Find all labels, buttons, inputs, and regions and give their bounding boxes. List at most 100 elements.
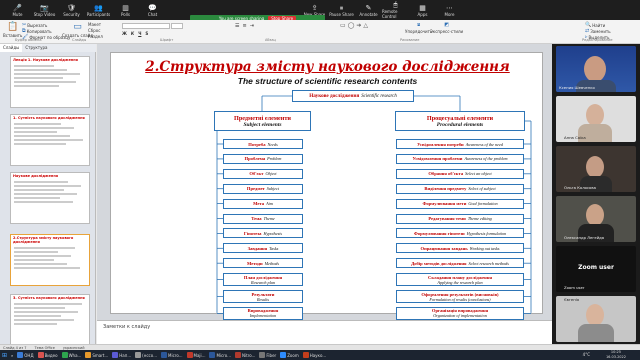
thumbnail-text-line bbox=[14, 263, 67, 265]
element-en: Select research methods bbox=[468, 260, 509, 266]
italic-icon[interactable]: К bbox=[131, 31, 134, 36]
paragraph-controls[interactable]: ☰ ≡ ⇥ bbox=[235, 23, 254, 29]
language-indicator[interactable]: украинский bbox=[63, 346, 85, 350]
reset-button[interactable]: Сброс bbox=[88, 28, 100, 33]
app-icon bbox=[37, 352, 44, 358]
taskbar-app[interactable]: (нссо... bbox=[133, 350, 159, 360]
procedural-element-box: Виділення предмету Select of subject bbox=[396, 183, 524, 194]
font-controls[interactable] bbox=[122, 23, 183, 29]
thumbnail-text-line bbox=[14, 139, 83, 141]
zoom-camera-button[interactable]: 📷 Stop Video bbox=[31, 0, 58, 20]
element-en: Hypothesis bbox=[263, 230, 283, 236]
element-ua: Виділення предмету bbox=[424, 186, 467, 192]
zoom-chat-button[interactable]: 💬 Chat bbox=[139, 0, 166, 20]
zoom-apps-button[interactable]: ▦ Apps bbox=[409, 0, 436, 20]
weather-temp[interactable]: 4°C bbox=[583, 352, 590, 357]
slide-thumbnail[interactable]: 42.Структура змісту наукового дослідженн… bbox=[10, 234, 90, 286]
slide-thumbnail-title: Лекція 1. Наукове дослідження bbox=[13, 58, 78, 62]
thumbnail-text-line bbox=[14, 197, 60, 199]
video-tile-1[interactable]: Ксения Шевченко bbox=[556, 46, 636, 92]
thumbnail-text-line bbox=[14, 73, 80, 75]
participant-name-6: Євгенія bbox=[564, 297, 580, 302]
element-ua: Мета bbox=[253, 201, 265, 207]
app-icon bbox=[161, 352, 168, 358]
zoom-microphone-button[interactable]: 🎤 Mute bbox=[4, 0, 31, 20]
zoom-pause-button[interactable]: ⏸ Pause Share bbox=[328, 0, 355, 20]
taskbar-app[interactable]: Nitro... bbox=[233, 350, 257, 360]
slide-thumbnails-panel: Слайды Структура 1Лекція 1. Наукове досл… bbox=[0, 44, 96, 346]
video-tile-2[interactable]: Анна Саїка bbox=[556, 96, 636, 142]
reset-label: Сброс bbox=[88, 28, 101, 33]
participant-placeholder-name: Zoom user bbox=[578, 264, 614, 271]
zoom-chart-button[interactable]: ▥ Polls bbox=[112, 0, 139, 20]
arrange-button[interactable]: ⧈ Упорядочить bbox=[405, 22, 432, 34]
video-tile-4[interactable]: Олександр Легейда bbox=[556, 196, 636, 242]
zoom-people-button[interactable]: 👥 Participants bbox=[85, 0, 112, 20]
taskbar-app[interactable]: Zoom bbox=[278, 350, 301, 360]
taskbar-app[interactable]: Smart... bbox=[83, 350, 110, 360]
participant-face bbox=[586, 104, 604, 126]
procedural-element-box: Формулювання гіпотези Hypothesis formulat… bbox=[396, 228, 524, 239]
bold-icon[interactable]: Ж bbox=[122, 31, 127, 36]
rectangle-icon[interactable]: ▭ bbox=[340, 22, 346, 29]
app-icon bbox=[17, 352, 24, 358]
paste-button[interactable]: 📋 Вставить bbox=[3, 22, 22, 38]
taskbar-app-label: Smart... bbox=[92, 352, 109, 358]
procedural-element-box: Усвідомлення потреби Awareness of the nee… bbox=[396, 139, 524, 149]
start-button[interactable]: ⊞ bbox=[0, 350, 9, 360]
slide-thumbnail[interactable]: 1Лекція 1. Наукове дослідження bbox=[10, 56, 90, 108]
taskbar-app-label: Fiber bbox=[266, 352, 277, 358]
font-size-box[interactable] bbox=[171, 23, 183, 29]
quick-styles-button[interactable]: ◩ Экспресс-стили bbox=[430, 22, 463, 34]
thumbnail-text-line bbox=[14, 65, 54, 67]
taskbar-app[interactable]: ОНД bbox=[15, 350, 35, 360]
slide-thumbnail[interactable]: 53. Сутність наукового дослідження bbox=[10, 294, 90, 346]
slide-thumbnail[interactable]: 3Наукове дослідження bbox=[10, 172, 90, 224]
taskbar-app[interactable]: Видео bbox=[36, 350, 60, 360]
copy-label: Копировать bbox=[26, 28, 52, 34]
app-icon bbox=[259, 352, 266, 358]
numbering-icon[interactable]: ≡ bbox=[242, 23, 246, 29]
zoom-pen-button[interactable]: ✎ Annotate bbox=[355, 0, 382, 20]
zoom-more-button[interactable]: ⋯ More bbox=[436, 0, 463, 20]
taskbar-app[interactable]: Wha... bbox=[60, 350, 84, 360]
taskbar-app[interactable]: Micro... bbox=[159, 350, 185, 360]
indent-icon[interactable]: ⇥ bbox=[250, 23, 254, 29]
app-icon bbox=[85, 352, 92, 358]
oval-icon[interactable]: ◯ bbox=[348, 22, 355, 29]
element-en: Theme editing bbox=[467, 216, 492, 221]
slide-thumbnail[interactable]: 21. Сутність наукового дослідження bbox=[10, 114, 90, 166]
taskbar-app[interactable]: Науко... bbox=[301, 350, 329, 360]
strike-icon[interactable]: S bbox=[145, 31, 148, 36]
video-tile-3[interactable]: Ольга Колосова bbox=[556, 146, 636, 192]
font-name-box[interactable] bbox=[122, 23, 170, 29]
underline-icon[interactable]: Ч bbox=[138, 31, 141, 36]
zoom-remote-button[interactable]: 🖱 Remote Control bbox=[382, 0, 409, 20]
layout-button[interactable]: Макет bbox=[88, 22, 101, 27]
slide-canvas[interactable]: 2.Структура змісту наукового дослідження… bbox=[110, 52, 543, 320]
system-clock[interactable]: 10:25 16.03.2022 bbox=[606, 350, 626, 360]
app-icon bbox=[186, 352, 193, 358]
bullets-icon[interactable]: ☰ bbox=[235, 23, 239, 29]
video-tile-5[interactable]: Zoom user Zoom user bbox=[556, 246, 636, 292]
video-tile-6[interactable]: Євгенія bbox=[556, 296, 636, 342]
arrange-icon: ⧈ bbox=[417, 22, 421, 28]
taskbar-app[interactable]: Fiber bbox=[257, 350, 278, 360]
cut-label: Вырезать bbox=[27, 22, 48, 28]
arrow-icon[interactable]: ➔ bbox=[356, 22, 361, 29]
taskbar-app[interactable]: Нап... bbox=[110, 350, 133, 360]
taskbar-app[interactable]: Мaji... bbox=[185, 350, 208, 360]
thumbnail-text-line bbox=[14, 323, 57, 325]
zoom-shield-button[interactable]: 🛡 Security bbox=[58, 0, 85, 20]
thumbnail-text-line bbox=[14, 135, 70, 137]
taskbar-app[interactable]: Micro... bbox=[207, 350, 233, 360]
tab-slides[interactable]: Слайды bbox=[0, 44, 23, 52]
section-button[interactable]: Раздел bbox=[88, 34, 103, 39]
triangle-icon[interactable]: △ bbox=[363, 22, 368, 29]
tab-outline[interactable]: Структура bbox=[22, 44, 50, 52]
font-style-buttons[interactable]: ЖКЧS bbox=[122, 31, 148, 36]
notes-pane[interactable]: Заметки к слайду bbox=[97, 320, 552, 344]
element-en: Methods bbox=[264, 260, 280, 266]
element-ua: Предмет bbox=[246, 186, 265, 192]
shapes-gallery[interactable]: ▭ ◯ ➔ △ bbox=[340, 22, 368, 29]
